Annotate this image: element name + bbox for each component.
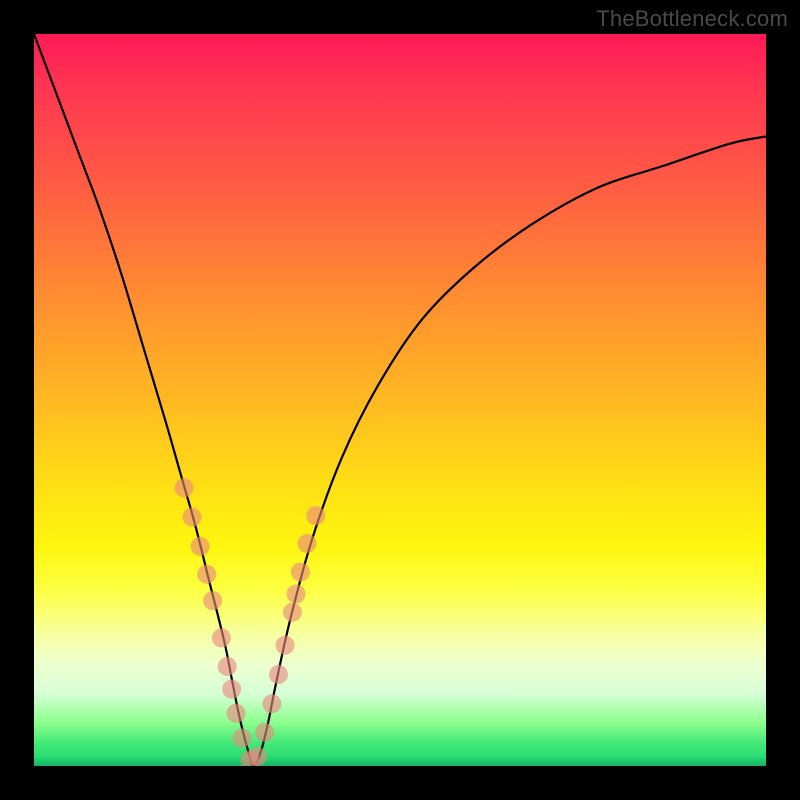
data-point: [197, 565, 216, 584]
data-point: [255, 723, 274, 742]
data-point: [203, 591, 222, 610]
data-point: [269, 665, 288, 684]
data-point: [222, 680, 241, 699]
bottleneck-curve: [34, 34, 766, 766]
scatter-dots: [175, 478, 326, 766]
plot-area: [34, 34, 766, 766]
watermark-text: TheBottleneck.com: [596, 6, 788, 32]
data-point: [191, 537, 210, 556]
data-point: [232, 729, 251, 748]
data-point: [287, 584, 306, 603]
data-point: [183, 508, 202, 527]
data-point: [248, 747, 267, 766]
data-point: [175, 478, 194, 497]
data-point: [283, 603, 302, 622]
data-point: [212, 628, 231, 647]
data-point: [218, 657, 237, 676]
data-point: [276, 636, 295, 655]
chart-svg: [34, 34, 766, 766]
data-point: [298, 534, 317, 553]
data-point: [227, 704, 246, 723]
data-point: [291, 563, 310, 582]
chart-frame: TheBottleneck.com: [0, 0, 800, 800]
data-point: [306, 506, 325, 525]
data-point: [262, 694, 281, 713]
